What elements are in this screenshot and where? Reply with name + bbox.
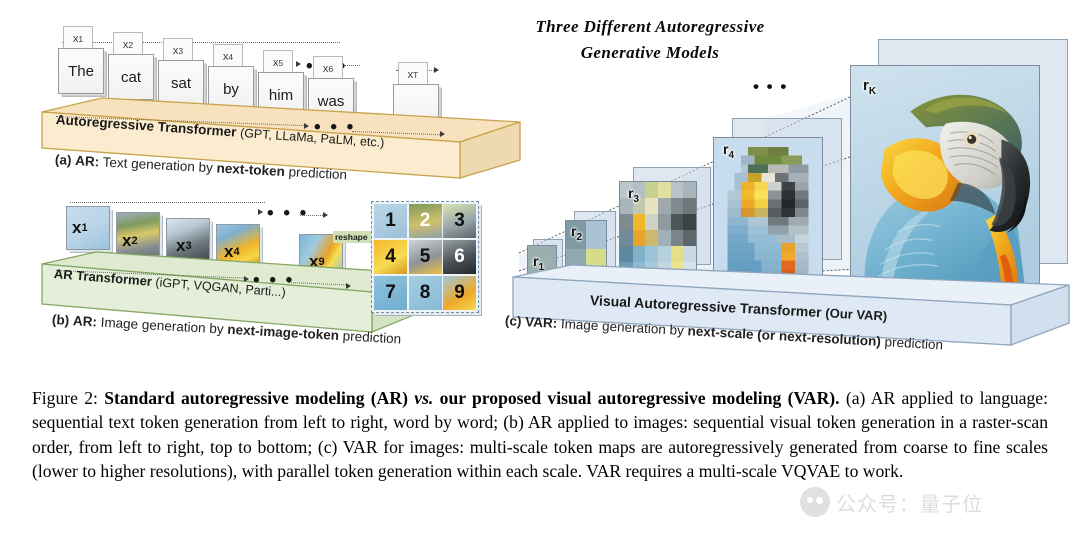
figure-canvas: Three Different Autoregressive Generativ… <box>0 0 1080 550</box>
panel-c-caption-prefix: (c) <box>504 313 522 329</box>
panel-a-caption-text-2: prediction <box>288 164 348 183</box>
grid-cell: 9 <box>443 275 476 310</box>
scale-block-rK <box>850 39 1068 290</box>
grid-cell: 7 <box>374 275 407 310</box>
watermark-text: 公众号：量子位 <box>836 491 983 516</box>
word-text: by <box>223 80 239 98</box>
grid-cell-number: 5 <box>419 245 431 267</box>
scale-label-index: 3 <box>633 193 640 205</box>
heading-line-1: Three Different Autoregressive <box>535 17 765 36</box>
figure-caption: Figure 2: Standard autoregressive modeli… <box>32 386 1048 484</box>
token-tag-index: 3 <box>178 46 184 56</box>
ellipsis-top-b: • • • <box>267 203 309 224</box>
watermark: 公众号：量子位 <box>800 476 1040 528</box>
panel-a-caption-kind: AR: <box>74 153 100 170</box>
grid-cell-number: 3 <box>454 210 465 232</box>
word-text: cat <box>120 68 141 86</box>
caption-bold-1: Standard autoregressive modeling (AR) <box>104 388 408 408</box>
var-platform-label-rest: (Our VAR) <box>825 305 888 324</box>
grid-cell: 5 <box>408 239 442 275</box>
token-index: 1 <box>81 222 88 234</box>
token-tag-index: 6 <box>328 64 334 74</box>
scale-label-index: K <box>868 86 877 97</box>
caption-italic: vs. <box>414 388 434 408</box>
token-flow-line-top <box>62 42 340 43</box>
token-tag-index: 5 <box>278 58 284 68</box>
token-tag-index: 4 <box>228 52 234 62</box>
image-token-card-x1: x1 <box>66 206 110 250</box>
reshape-label: reshape <box>333 230 371 244</box>
watermark-badge-icon <box>800 487 830 517</box>
scale-label-index: 2 <box>576 231 583 243</box>
panel-a-ar-text: • • • x1 x2 x3 x4 x5 x6 xT The cat <box>0 0 521 190</box>
ellipsis-c-top: • • • <box>753 77 788 96</box>
scale-front-rK <box>850 65 1040 290</box>
token-flow-line-b <box>70 202 265 203</box>
slab-flow-arrow-a2 <box>440 131 445 137</box>
panel-a-caption-prefix: (a) <box>54 152 72 168</box>
flow-arrow-b <box>258 209 263 215</box>
grid-cell-number: 1 <box>385 210 396 232</box>
macaw-photo-rK <box>851 66 1039 289</box>
grid-cell: 6 <box>443 239 476 275</box>
caption-bold-2: our proposed visual autoregressive model… <box>439 388 840 408</box>
grid-cell: 4 <box>374 239 407 275</box>
token-letter: x <box>122 231 132 250</box>
token-tag-index: 2 <box>128 40 134 50</box>
panel-b-caption-text-2: prediction <box>342 328 402 347</box>
grid-cell: 3 <box>443 204 476 239</box>
slab-flow-arrow-b2 <box>346 283 351 289</box>
flow-arrow-b2 <box>323 212 328 218</box>
panel-c-caption-kind: VAR: <box>524 314 558 331</box>
slab-flow-arrow-a <box>304 123 309 129</box>
token-flow-line-b2 <box>300 215 325 216</box>
token-letter: x <box>72 218 82 237</box>
grid-cell: 2 <box>408 204 442 239</box>
image-token-label: x1 <box>67 207 109 249</box>
caption-figure-label: Figure 2: <box>32 388 98 408</box>
grid-cell: 8 <box>408 275 442 310</box>
image-token-label: x2 <box>117 213 159 255</box>
word-card-cat: cat <box>108 54 154 100</box>
word-card-the: The <box>58 48 104 94</box>
grid-cell-number: 9 <box>454 281 465 303</box>
image-token-card-x2: x2 <box>116 212 160 256</box>
flow-arrow-top-2 <box>434 67 439 73</box>
grid-cell: 1 <box>374 204 407 239</box>
panel-b-caption-prefix: (b) <box>51 312 70 328</box>
token-tag-index: T <box>413 70 419 80</box>
panel-b-ar-image: • • • x1 x2 x3 x4 x9 • • • AR Transforme… <box>0 190 500 365</box>
grid-cell-number: 6 <box>454 245 465 267</box>
grid-cell-number: 2 <box>419 210 431 232</box>
grid-cell-number: 7 <box>385 281 396 303</box>
word-text: sat <box>170 74 191 92</box>
scale-label-r4: r4 <box>723 141 734 161</box>
scale-label-index: 4 <box>728 149 735 161</box>
panel-b-caption-kind: AR: <box>72 313 98 330</box>
token-index: 3 <box>185 240 192 252</box>
reshaped-token-grid: 1 2 3 4 5 6 7 8 9 <box>371 201 479 313</box>
scale-label-rK: rK <box>863 77 876 97</box>
grid-cell-number: 4 <box>385 245 396 267</box>
panel-c-var: • • • • • • • • • r1 r2 <box>495 39 1080 365</box>
scale-label-r2: r2 <box>571 223 582 243</box>
scale-label-r3: r3 <box>628 185 639 205</box>
word-text: The <box>68 62 94 80</box>
grid-cell-number: 8 <box>419 281 431 303</box>
flow-arrow-top <box>296 61 301 67</box>
token-index: 2 <box>131 235 138 247</box>
panel-c-caption-text-2: prediction <box>884 334 944 353</box>
token-tag-index: 1 <box>78 34 84 44</box>
